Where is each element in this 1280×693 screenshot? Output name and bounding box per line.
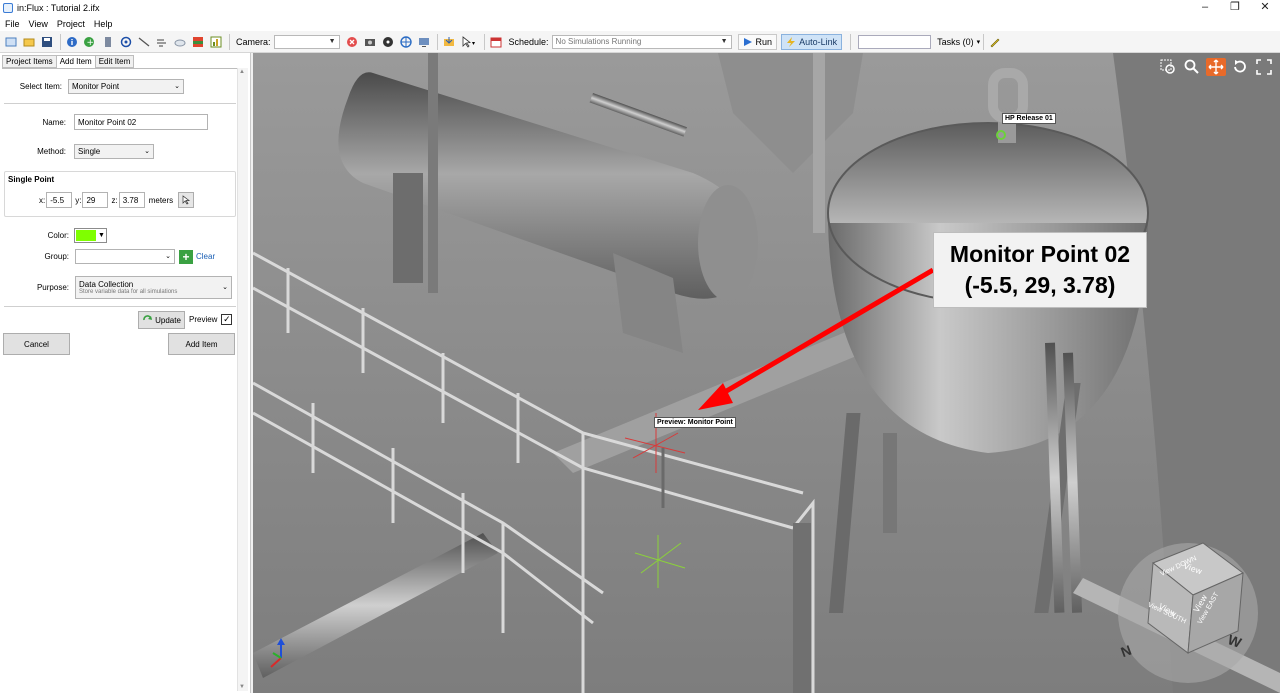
preview-label: Preview (189, 315, 218, 324)
tab-edit-item[interactable]: Edit Item (94, 55, 135, 68)
purpose-dropdown[interactable]: Data Collection Store variable data for … (75, 276, 232, 299)
z-label: z: (111, 195, 118, 205)
name-label: Name: (42, 117, 66, 127)
rotate-icon[interactable] (1230, 58, 1250, 76)
auto-link-button[interactable]: Auto-Link (781, 33, 843, 50)
panel-scrollbar[interactable]: ▲ ▼ (237, 68, 248, 691)
select-item-label: Select Item: (19, 82, 62, 91)
app-icon (3, 3, 13, 13)
method-dropdown[interactable]: Single ⌄ (74, 144, 154, 159)
menu-help[interactable]: Help (94, 19, 113, 29)
layers-icon[interactable] (190, 34, 206, 50)
color-picker[interactable]: ▼ (74, 228, 107, 243)
import-icon[interactable] (441, 34, 457, 50)
film-reel-icon[interactable] (380, 34, 396, 50)
schedule-select[interactable]: No Simulations Running ▼ (551, 34, 732, 49)
menu-file[interactable]: File (5, 19, 20, 29)
menu-bar: File View Project Help (0, 16, 1280, 31)
add-dropdown-icon[interactable]: + (82, 34, 98, 50)
menu-project[interactable]: Project (57, 19, 85, 29)
camera-label: Camera: (236, 36, 271, 47)
z-field[interactable]: 3.78 (118, 192, 145, 208)
screen-icon[interactable] (416, 34, 432, 50)
wind-icon[interactable] (154, 34, 170, 50)
group-label: Group: (44, 252, 69, 261)
save-icon[interactable] (39, 34, 55, 50)
preview-monitor-tag: Preview: Monitor Point (654, 417, 736, 428)
cursor-icon (182, 195, 190, 205)
globe-icon[interactable] (398, 34, 414, 50)
new-file-icon[interactable] (3, 34, 19, 50)
select-item-dropdown[interactable]: Monitor Point ⌄ (68, 79, 184, 94)
y-field[interactable]: 29 (82, 192, 109, 208)
hp-release-tag: HP Release 01 (1002, 113, 1056, 124)
callout-coordinates: (-5.5, 29, 3.78) (964, 272, 1116, 298)
progress-field (858, 34, 932, 49)
schedule-label: Schedule: (508, 36, 549, 47)
grid-icon[interactable] (100, 34, 116, 50)
callout-title: Monitor Point 02 (949, 241, 1131, 267)
cloud-icon[interactable] (172, 34, 188, 50)
camera-icon[interactable] (362, 34, 378, 50)
tab-add-item[interactable]: Add Item (55, 55, 96, 69)
fullscreen-icon[interactable] (1254, 58, 1274, 76)
add-group-icon[interactable]: + (179, 249, 193, 264)
update-button[interactable]: Update (138, 311, 185, 329)
calendar-icon (488, 34, 504, 50)
method-label: Method: (37, 147, 66, 156)
line-tool-icon[interactable] (136, 34, 152, 50)
view-toolbar (1154, 58, 1274, 76)
units-label: meters (148, 195, 174, 205)
title-bar: in:Flux : Tutorial 2.ifx – ❐ ✕ (0, 0, 1280, 16)
color-label: Color: (47, 231, 69, 240)
delete-camera-icon[interactable] (344, 34, 360, 50)
zoom-extents-icon[interactable] (1158, 58, 1178, 76)
clear-link[interactable]: Clear (196, 252, 215, 261)
x-field[interactable]: -5.5 (46, 192, 73, 208)
highlighter-icon[interactable] (987, 34, 1003, 50)
play-icon (743, 37, 752, 46)
y-label: y: (75, 195, 82, 205)
target-icon[interactable] (118, 34, 134, 50)
pick-point-button[interactable] (178, 192, 195, 208)
group-dropdown[interactable]: ⌄ (75, 249, 175, 264)
monitor-point-callout: Monitor Point 02 (-5.5, 29, 3.78) (933, 232, 1147, 308)
camera-select[interactable]: ▼ (273, 34, 340, 49)
preview-checkbox[interactable]: ✓ (221, 314, 233, 325)
add-item-panel: Project Items Add Item Edit Item Select … (0, 53, 251, 693)
open-folder-icon[interactable] (21, 34, 37, 50)
refresh-icon (143, 315, 153, 321)
lightning-icon (787, 36, 796, 47)
svg-text:+: + (87, 38, 95, 48)
minimize-button[interactable]: – (1190, 0, 1220, 16)
main-toolbar: + Camera: ▼ ▾ Schedule: No Simulations R… (0, 31, 1280, 53)
menu-view[interactable]: View (29, 19, 48, 29)
3d-viewport[interactable]: View View View Monitor Point 02 (-5.5, 2… (253, 53, 1280, 693)
purpose-label: Purpose: (36, 283, 69, 292)
zoom-icon[interactable] (1182, 58, 1202, 76)
pointer-dropdown-icon[interactable]: ▾ (459, 34, 479, 50)
color-swatch (76, 230, 96, 241)
scene-render: View View View (253, 53, 1280, 693)
name-field[interactable]: Monitor Point 02 (74, 114, 208, 130)
add-item-button[interactable]: Add Item (168, 333, 235, 355)
restore-button[interactable]: ❐ (1220, 0, 1250, 16)
pan-icon[interactable] (1206, 58, 1226, 76)
run-button[interactable]: Run (737, 33, 778, 50)
info-icon[interactable] (64, 34, 80, 50)
chart-icon[interactable] (208, 34, 224, 50)
window-title: in:Flux : Tutorial 2.ifx (17, 3, 100, 13)
single-point-label: Single Point (8, 175, 55, 184)
cancel-button[interactable]: Cancel (3, 333, 70, 355)
tasks-dropdown[interactable]: Tasks (0) (937, 37, 974, 47)
single-point-group: Single Point x: -5.5 y: 29 z: 3.78 meter… (4, 171, 236, 217)
close-button[interactable]: ✕ (1250, 0, 1280, 16)
svg-text:▾: ▾ (472, 40, 475, 47)
tab-project-items[interactable]: Project Items (2, 55, 57, 68)
x-label: x: (39, 195, 46, 205)
